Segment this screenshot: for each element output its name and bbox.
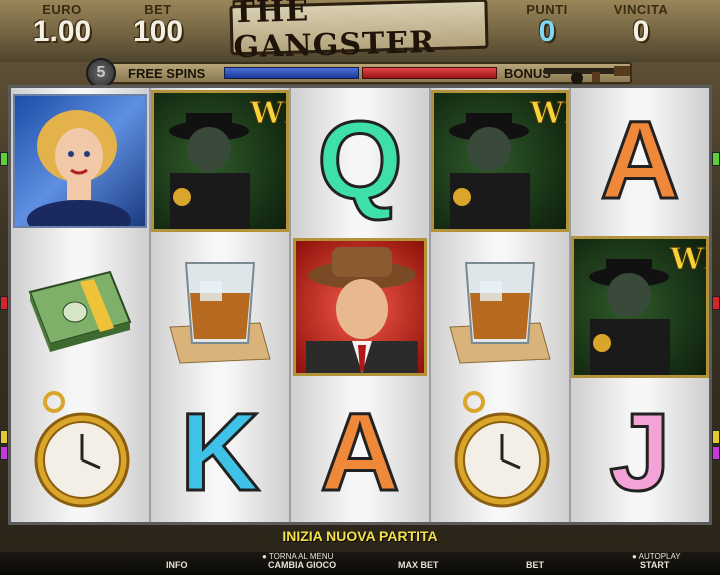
wild-label: WILD	[530, 96, 567, 131]
freespins-progress	[224, 67, 359, 79]
max-bet-button[interactable]: MAX BET	[398, 560, 439, 570]
vincita-display: VINCITA 0	[596, 2, 686, 47]
whiskey-glass-icon	[449, 262, 551, 364]
payline-marker-left-3[interactable]	[0, 430, 8, 444]
letter-A: A	[599, 99, 681, 222]
letter-K: K	[179, 391, 261, 514]
payline-marker-right-2[interactable]	[712, 296, 720, 310]
symbol-lady	[11, 88, 149, 234]
cambia-gioco-button[interactable]: CAMBIA GIOCO	[268, 560, 336, 570]
bet-value: 100	[132, 15, 184, 48]
euro-display: EURO 1.00	[22, 2, 102, 47]
symbol-Q: Q	[291, 88, 429, 234]
top-bar: EURO 1.00 BET 100 THE GANGSTER PUNTI 0 V…	[0, 0, 720, 65]
tommy-gun-icon	[544, 66, 630, 84]
bonus-progress	[362, 67, 497, 79]
bet-display: BET 100	[118, 2, 198, 47]
lady-icon	[27, 110, 131, 226]
freespins-bonus-meter: FREE SPINS BONUS	[92, 62, 632, 84]
euro-value: 1.00	[32, 15, 92, 48]
payline-marker-left-1[interactable]	[0, 152, 8, 166]
reel-1	[11, 88, 151, 522]
punti-display: PUNTI 0	[512, 2, 582, 47]
autoplay-icon: ●	[632, 552, 639, 561]
symbol-gangster	[291, 234, 429, 380]
payline-marker-left-4[interactable]	[0, 446, 8, 460]
payline-marker-right-1[interactable]	[712, 152, 720, 166]
symbol-whiskey	[431, 234, 569, 380]
letter-Q: Q	[316, 99, 405, 222]
status-message: INIZIA NUOVA PARTITA	[282, 528, 438, 544]
reel-5: A WILD J	[571, 88, 709, 522]
pocket-watch-icon	[34, 391, 130, 508]
gangster-wild-icon	[449, 113, 530, 229]
info-button[interactable]: INFO	[166, 560, 188, 570]
letter-A: A	[319, 391, 401, 514]
reel-4: WILD	[431, 88, 571, 522]
symbol-A: A	[291, 380, 429, 526]
symbol-pocket-watch	[11, 380, 149, 526]
payline-marker-left-2[interactable]	[0, 296, 8, 310]
symbol-wild: WILD	[431, 88, 569, 234]
letter-J: J	[608, 391, 672, 514]
control-bar: INFO ● TORNA AL MENU CAMBIA GIOCO MAX BE…	[0, 552, 720, 575]
symbol-whiskey	[151, 234, 289, 380]
logo-text: THE GANGSTER	[232, 0, 436, 66]
reel-3: Q A	[291, 88, 431, 522]
symbol-A: A	[571, 88, 709, 234]
game-logo: THE GANGSTER	[229, 0, 489, 65]
bet-button[interactable]: BET	[526, 560, 544, 570]
payline-marker-right-3[interactable]	[712, 430, 720, 444]
wild-label: WILD	[670, 242, 707, 277]
whiskey-glass-icon	[169, 262, 271, 364]
symbol-wild: WILD	[151, 88, 289, 234]
gangster-icon	[306, 247, 418, 373]
start-button[interactable]: START	[640, 560, 669, 570]
wild-label: WILD	[250, 96, 287, 131]
reel-2: WILD K	[151, 88, 291, 522]
symbol-J: J	[571, 380, 709, 526]
gangster-wild-icon	[169, 113, 250, 229]
symbol-wild: WILD	[571, 234, 709, 380]
money-stack-icon	[28, 270, 132, 352]
payline-marker-right-4[interactable]	[712, 446, 720, 460]
symbol-K: K	[151, 380, 289, 526]
symbol-pocket-watch	[431, 380, 569, 526]
symbol-money	[11, 234, 149, 380]
badge-icon: 5	[86, 58, 116, 88]
reels-area: WILD K Q	[8, 85, 712, 525]
freespins-label: FREE SPINS	[128, 66, 206, 81]
gangster-wild-icon	[589, 259, 670, 375]
vincita-value: 0	[632, 15, 650, 48]
pocket-watch-icon	[454, 391, 550, 508]
punti-value: 0	[538, 15, 556, 48]
